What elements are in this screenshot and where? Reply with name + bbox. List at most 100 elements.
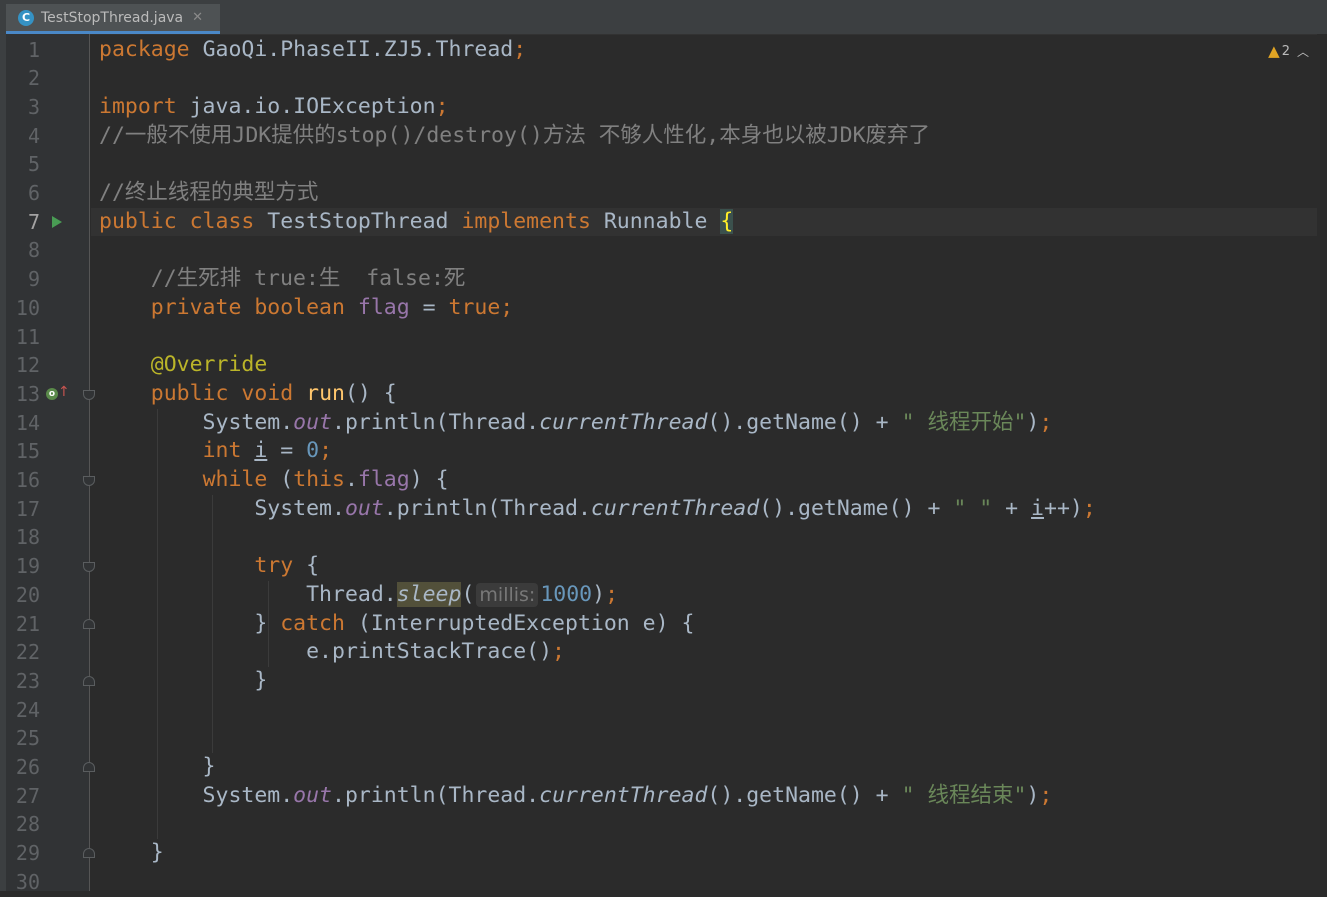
line-number[interactable]: 1 (6, 36, 40, 65)
code-token: = (267, 438, 307, 464)
line-number[interactable]: 28 (6, 810, 40, 839)
code-line[interactable]: public void run() { (99, 380, 397, 409)
override-arrow-icon: ↑ (58, 383, 70, 400)
line-number[interactable]: 9 (6, 265, 40, 294)
code-line[interactable]: e.printStackTrace(); (99, 638, 565, 667)
code-line[interactable]: } catch (InterruptedException e) { (99, 610, 694, 639)
line-number[interactable]: 29 (6, 839, 40, 868)
line-number[interactable]: 19 (6, 552, 40, 581)
code-line[interactable]: @Override (99, 351, 268, 380)
code-token: { (306, 553, 320, 579)
line-number[interactable]: 15 (6, 437, 40, 466)
line-number[interactable]: 27 (6, 782, 40, 811)
code-line[interactable]: package GaoQi.PhaseII.ZJ5.Thread; (99, 36, 526, 65)
code-line[interactable]: public class TestStopThread implements R… (99, 208, 734, 237)
code-line[interactable]: } (99, 753, 216, 782)
line-number[interactable]: 14 (6, 409, 40, 438)
warning-count: 2 (1281, 43, 1290, 59)
line-number-gutter[interactable]: 1 2 3 4 5 6 7 8 9 10 11 12 13 14 15 16 17 18 19 20 21 22 23 24 2… (0, 34, 95, 894)
code-line[interactable]: //终止线程的典型方式 (99, 179, 318, 208)
line-number[interactable]: 10 (6, 294, 40, 323)
code-token: ) { (409, 467, 449, 492)
code-token: ( (461, 581, 475, 607)
code-token: e.printStackTrace() (99, 639, 553, 665)
code-token: ().getName() + (707, 409, 902, 435)
editor-scrollbar[interactable] (1317, 34, 1327, 891)
line-number[interactable]: 8 (6, 236, 40, 265)
line-number[interactable]: 12 (6, 351, 40, 380)
code-token: . (344, 467, 358, 492)
close-icon[interactable]: ✕ (192, 10, 203, 25)
line-number[interactable]: 11 (6, 323, 40, 352)
code-line[interactable]: int i = 0; (99, 437, 332, 466)
line-number[interactable]: 22 (6, 638, 40, 667)
code-token: java.io.IOException (189, 93, 436, 119)
line-number[interactable]: 18 (6, 523, 40, 552)
code-token: .println(Thread. (332, 409, 540, 435)
line-number[interactable]: 13 (6, 380, 40, 409)
code-token: i (254, 438, 268, 464)
code-token: ; (319, 438, 333, 464)
code-editor[interactable]: ▲ 2 ︿ package GaoQi.PhaseII.ZJ5.Thread; i… (91, 34, 1327, 891)
line-number[interactable]: 3 (6, 93, 40, 122)
code-token: try (254, 553, 307, 579)
code-line[interactable]: System.out.println(Thread.currentThread(… (99, 409, 1053, 438)
override-method-icon[interactable]: o (46, 387, 58, 400)
line-number[interactable]: 25 (6, 724, 40, 753)
line-number[interactable]: 16 (6, 466, 40, 495)
line-number[interactable]: 26 (6, 753, 40, 782)
editor-tab-teststopthread[interactable]: C TestStopThread.java ✕ (6, 4, 220, 34)
code-line[interactable]: try { (99, 552, 319, 581)
chevron-up-icon[interactable]: ︿ (1297, 43, 1309, 60)
code-token: this (293, 467, 345, 492)
line-number[interactable]: 7 (6, 208, 40, 237)
code-token: ; (605, 581, 619, 607)
code-token: ().getName() + (759, 495, 954, 521)
code-line[interactable]: } (99, 839, 164, 868)
code-line[interactable]: System.out.println(Thread.currentThread(… (99, 782, 1053, 811)
warning-icon: ▲ (1268, 42, 1280, 60)
code-line[interactable]: Thread.sleep(millis: 1000); (99, 581, 618, 610)
line-number[interactable]: 6 (6, 179, 40, 208)
code-token: public class (99, 208, 268, 234)
code-line[interactable]: //一般不使用JDK提供的stop()/destroy()方法 不够人性化,本身… (99, 122, 930, 151)
code-token: Runnable (603, 208, 721, 234)
code-token: System. (99, 782, 294, 808)
code-token: 1000 (540, 581, 593, 607)
code-line[interactable]: import java.io.IOException; (99, 93, 449, 122)
line-number[interactable]: 24 (6, 696, 40, 725)
code-token: currentThread (590, 495, 760, 521)
line-number[interactable]: 20 (6, 581, 40, 610)
code-token: } (99, 754, 216, 779)
code-token: } (99, 610, 281, 636)
code-token: run (306, 380, 345, 406)
code-token: () { (344, 380, 397, 406)
line-number[interactable]: 4 (6, 122, 40, 151)
code-token: " " (953, 495, 993, 521)
code-line[interactable]: //生死排 true:生 false:死 (99, 265, 466, 294)
code-token: //一般不使用JDK提供的stop()/destroy()方法 不够人性化,本身… (99, 122, 931, 148)
code-line[interactable]: System.out.println(Thread.currentThread(… (99, 495, 1095, 524)
code-line[interactable]: } (99, 667, 267, 696)
line-number[interactable]: 23 (6, 667, 40, 696)
code-line[interactable]: while (this.flag) { (99, 466, 449, 495)
code-token: TestStopThread (267, 208, 462, 234)
code-token: } (99, 667, 268, 693)
code-token: GaoQi.PhaseII.ZJ5.Thread (202, 36, 514, 62)
code-line[interactable]: private boolean flag = true; (99, 294, 513, 323)
line-number[interactable]: 30 (6, 868, 40, 897)
line-number[interactable]: 5 (6, 150, 40, 179)
line-number[interactable]: 17 (6, 495, 40, 524)
inspection-widget[interactable]: ▲ 2 ︿ (1268, 42, 1309, 60)
code-token: + (992, 495, 1032, 521)
line-number[interactable]: 2 (6, 64, 40, 93)
code-token: @Override (150, 352, 268, 378)
line-number[interactable]: 21 (6, 610, 40, 639)
code-token: i (1031, 495, 1044, 521)
run-icon[interactable] (52, 215, 62, 228)
